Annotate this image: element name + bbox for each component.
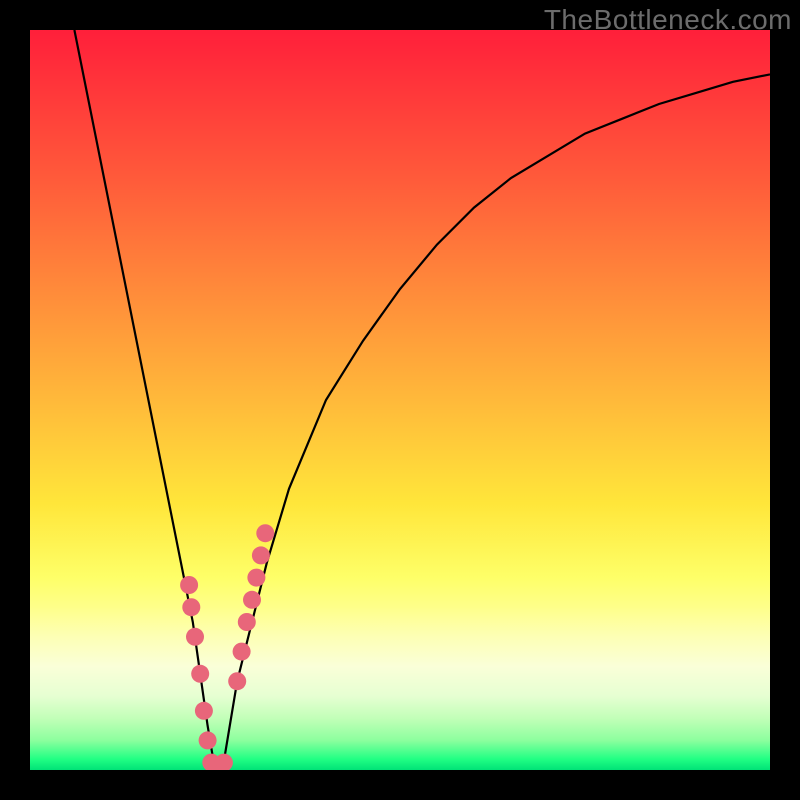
curve-marker <box>243 591 261 609</box>
curve-marker <box>215 754 233 770</box>
curve-marker <box>180 576 198 594</box>
curve-marker <box>195 702 213 720</box>
curve-marker <box>247 569 265 587</box>
curve-marker <box>191 665 209 683</box>
chart-svg <box>30 30 770 770</box>
bottleneck-curve-line <box>74 30 770 770</box>
curve-marker <box>199 731 217 749</box>
chart-plot-area <box>30 30 770 770</box>
curve-marker <box>252 546 270 564</box>
curve-marker <box>233 643 251 661</box>
curve-marker <box>186 628 204 646</box>
curve-marker <box>238 613 256 631</box>
curve-markers <box>180 524 274 770</box>
curve-marker <box>256 524 274 542</box>
curve-marker <box>182 598 200 616</box>
curve-marker <box>228 672 246 690</box>
